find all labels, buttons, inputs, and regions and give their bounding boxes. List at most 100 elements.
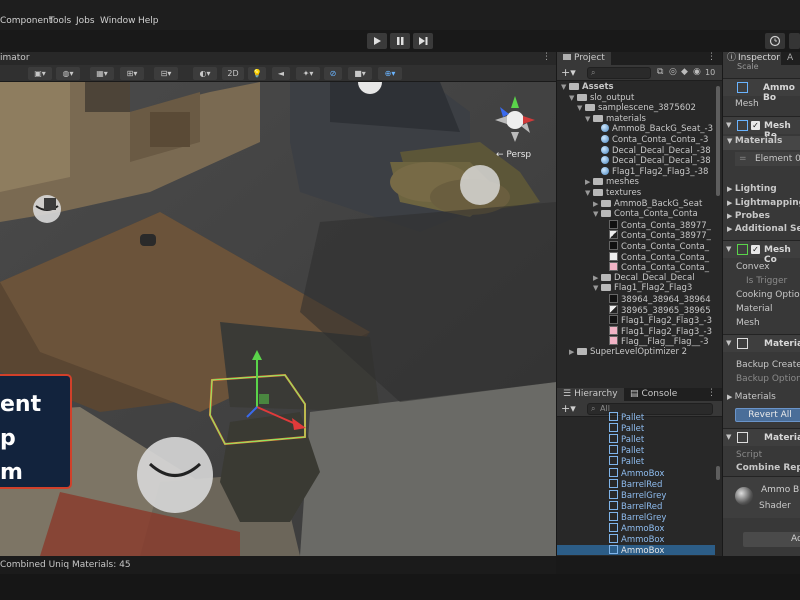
hierarchy-item[interactable]: BarrelGrey	[557, 511, 715, 523]
hierarchy-item[interactable]: AmmoBox	[557, 523, 715, 534]
project-tree-item[interactable]: ▶ SuperLevelOptimizer 2	[569, 347, 687, 357]
project-tree-item[interactable]: AmmoB_BackG_Seat_-3	[593, 124, 713, 134]
gizmos-dropdown[interactable]: ⊕▾	[378, 67, 402, 80]
collapsed-arrow-icon[interactable]: ▶	[569, 347, 577, 357]
scene-tab-title[interactable]: imator	[0, 53, 30, 63]
expanded-arrow-icon[interactable]: ▼	[593, 283, 601, 293]
play-button[interactable]	[367, 33, 387, 49]
expanded-arrow-icon[interactable]: ▼	[561, 82, 569, 92]
draw-mode-dropdown[interactable]: ▣▾	[28, 67, 52, 80]
hierarchy-scrollbar[interactable]	[716, 466, 720, 480]
revert-all-button[interactable]: Revert All	[735, 408, 800, 422]
hierarchy-item[interactable]: AmmoBox	[557, 534, 715, 545]
toggle-2d-button[interactable]: 2D	[222, 67, 244, 80]
more-options-icon[interactable]: ⋮	[707, 388, 716, 398]
grid-dropdown[interactable]: ▦▾	[90, 67, 114, 80]
project-tree-item[interactable]: Conta_Conta_Conta_	[601, 251, 709, 263]
effects-dropdown[interactable]: ✦▾	[296, 67, 320, 80]
shading-sphere-dropdown[interactable]: ◐▾	[193, 67, 217, 80]
step-button[interactable]	[413, 33, 433, 49]
project-tree-item[interactable]: ▶ meshes	[585, 177, 639, 187]
project-tree-item[interactable]: Flag1_Flag2_Flag3_-3	[601, 315, 712, 326]
collapsed-arrow-icon[interactable]: ▶	[593, 199, 601, 209]
project-tree-item[interactable]: Flag1_Flag2_Flag3_-38	[593, 166, 708, 177]
additional-settings-foldout[interactable]: ▶ Additional Setti	[727, 224, 800, 234]
element0-row[interactable]: = Element 0	[735, 152, 800, 166]
menu-component[interactable]: Component	[0, 16, 52, 26]
project-tree-item[interactable]: Flag__Flag__Flag__-3	[601, 336, 709, 347]
project-tree-item[interactable]: ▼ Flag1_Flag2_Flag3	[593, 283, 692, 293]
mesh-filter-header[interactable]: Ammo Bo	[723, 78, 800, 103]
gizmo-globe-dropdown[interactable]: ◍▾	[56, 67, 80, 80]
project-tree-item[interactable]: ▶ Decal_Decal_Decal	[593, 273, 695, 283]
hierarchy-item[interactable]: Pallet	[557, 423, 715, 434]
hidden-packages-icon[interactable]: ◉	[693, 67, 701, 77]
project-tree-item[interactable]: ▼ materials	[585, 114, 646, 124]
collapsed-arrow-icon[interactable]: ▶	[585, 177, 593, 187]
material-script-header[interactable]: ▼ Material	[723, 334, 800, 352]
hierarchy-item[interactable]: BarrelGrey	[557, 489, 715, 501]
history-button[interactable]	[765, 33, 785, 49]
expanded-arrow-icon[interactable]: ▼	[585, 188, 593, 198]
project-tree-item[interactable]: Conta_Conta_Conta_	[601, 262, 709, 273]
label-filter-icon[interactable]: ◆	[681, 67, 688, 77]
hierarchy-item[interactable]: BarrelRed	[557, 500, 715, 512]
project-tree-item[interactable]: Conta_Conta_Conta_-3	[593, 135, 708, 145]
mesh-renderer-header[interactable]: ▼ ✓ Mesh Re	[723, 116, 800, 141]
project-tree-item[interactable]: Conta_Conta_38977_	[601, 219, 711, 231]
lighting-foldout[interactable]: ▶ Lighting	[727, 184, 800, 194]
persp-label[interactable]: ← Persp	[496, 150, 531, 160]
lighting-toggle[interactable]: 💡	[248, 67, 266, 80]
project-tree-item[interactable]: Conta_Conta_38977_	[601, 230, 711, 241]
materials-list-foldout[interactable]: ▶ Materials	[727, 392, 800, 402]
project-search-input[interactable]: ⌕	[587, 67, 651, 79]
hierarchy-item[interactable]: BarrelRed	[557, 478, 715, 490]
project-tree-item[interactable]: ▼ slo_output	[569, 93, 634, 103]
hierarchy-item[interactable]: Pallet	[557, 412, 715, 423]
menu-tools[interactable]: Tools	[49, 16, 71, 26]
menu-jobs[interactable]: Jobs	[76, 16, 95, 26]
project-tree-item[interactable]: 38964_38964_38964	[601, 294, 711, 305]
project-tree-item[interactable]: 38965_38965_38965	[601, 304, 711, 316]
expanded-arrow-icon[interactable]: ▼	[569, 93, 577, 103]
project-tree-item[interactable]: ▼ samplescene_3875602	[577, 103, 696, 113]
add-icon[interactable]: +▾	[561, 66, 576, 79]
tab-hierarchy[interactable]: ☰ Hierarchy	[557, 388, 624, 401]
collapsed-arrow-icon[interactable]: ▶	[593, 273, 601, 283]
hierarchy-item[interactable]: AmmoBox	[557, 545, 715, 556]
pause-button[interactable]	[390, 33, 410, 49]
tab-project[interactable]: Project	[557, 52, 611, 65]
project-tree-item[interactable]: ▼ textures	[585, 188, 641, 198]
expanded-arrow-icon[interactable]: ▼	[593, 209, 601, 219]
account-button[interactable]	[789, 33, 800, 49]
materials-foldout[interactable]: ▼ Materials	[723, 136, 800, 150]
project-tree-item[interactable]: Decal_Decal_Decal_-38	[593, 145, 711, 156]
project-tree-item[interactable]: Decal_Decal_Decal_-38	[593, 156, 711, 166]
add-component-button[interactable]: Ad	[743, 532, 800, 547]
project-tree-item[interactable]: ▶ AmmoB_BackG_Seat	[593, 199, 702, 209]
audio-toggle[interactable]: ◄	[272, 67, 290, 80]
lightmapping-foldout[interactable]: ▶ Lightmapping	[727, 198, 800, 208]
visibility-toggle[interactable]: ⊘	[324, 67, 342, 80]
project-tree-item[interactable]: Flag1_Flag2_Flag3_-3	[601, 325, 712, 337]
hierarchy-item[interactable]: AmmoBox	[557, 467, 715, 479]
project-tree-item[interactable]: ▼ Assets	[561, 82, 614, 92]
mesh-collider-header[interactable]: ▼ ✓ Mesh Co	[723, 240, 800, 265]
mesh-collider-enabled-checkbox[interactable]: ✓	[751, 245, 760, 254]
expanded-arrow-icon[interactable]: ▼	[577, 103, 585, 113]
slider-value[interactable]: 10	[705, 68, 715, 77]
increment-dropdown[interactable]: ⊟▾	[154, 67, 178, 80]
project-tree-item[interactable]: Conta_Conta_Conta_	[601, 241, 709, 252]
type-filter-icon[interactable]: ◎	[669, 67, 677, 77]
more-options-icon[interactable]: ⋮	[542, 52, 551, 62]
camera-dropdown[interactable]: ■▾	[348, 67, 372, 80]
mesh-renderer-enabled-checkbox[interactable]: ✓	[751, 121, 760, 130]
probes-foldout[interactable]: ▶ Probes	[727, 211, 800, 221]
scene-view[interactable]: ← Persp ent p m	[0, 82, 556, 556]
expanded-arrow-icon[interactable]: ▼	[585, 114, 593, 124]
menu-help[interactable]: Help	[138, 16, 159, 26]
menu-window[interactable]: Window	[100, 16, 136, 26]
filter-icon[interactable]: ⧉	[657, 67, 663, 77]
hierarchy-item[interactable]: Pallet	[557, 456, 715, 467]
hierarchy-item[interactable]: Pallet	[557, 445, 715, 456]
